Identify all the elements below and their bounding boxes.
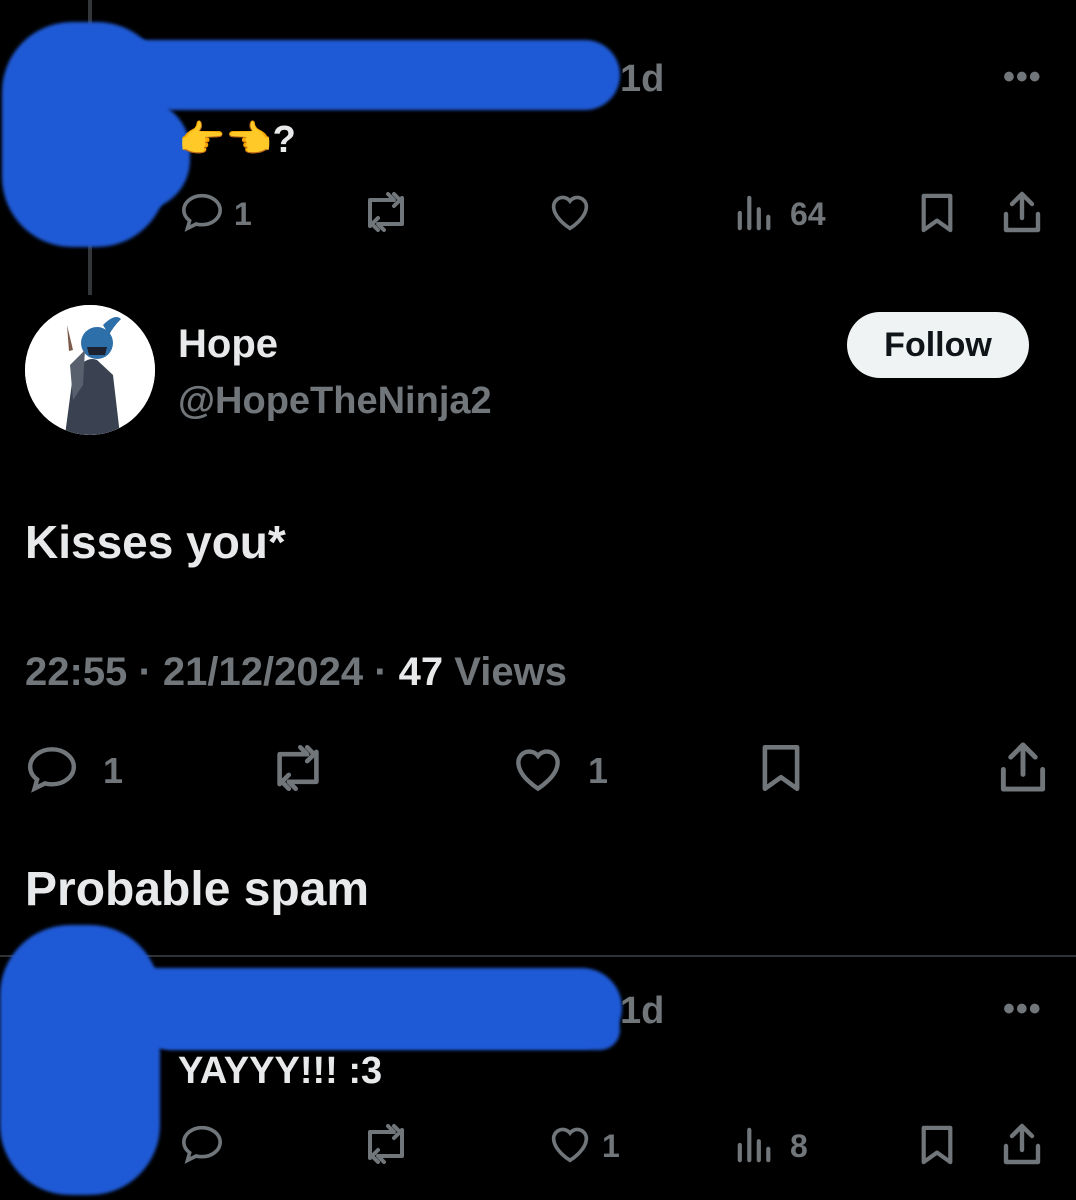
retweet-icon[interactable] <box>360 192 412 232</box>
author-handle[interactable]: @HopeTheNinja2 <box>178 380 492 423</box>
retweet-icon[interactable] <box>268 745 328 791</box>
redaction-name-bottom-2 <box>150 1010 620 1050</box>
like-icon[interactable] <box>548 1124 592 1164</box>
tweet-text-bottom: YAYYY!!! :3 <box>178 1050 383 1092</box>
views-count-top: 64 <box>790 196 826 232</box>
bookmark-icon[interactable] <box>918 1124 956 1166</box>
redaction-name-top-2 <box>20 100 190 210</box>
divider <box>0 955 1076 957</box>
reply-count-main: 1 <box>103 750 124 791</box>
follow-button[interactable]: Follow <box>847 312 1029 378</box>
share-icon[interactable] <box>1000 1122 1044 1166</box>
meta-separator: · <box>374 650 399 694</box>
tweet-text-top: 👉👈? <box>178 119 296 161</box>
redaction-avatar-bottom <box>0 925 160 1195</box>
views-count-main[interactable]: 47 <box>399 650 444 694</box>
meta-separator: · <box>138 650 163 694</box>
reply-count-top: 1 <box>234 196 252 232</box>
tweet-meta: 22:55 · 21/12/2024 · 47 Views <box>25 650 567 695</box>
tweet-time-bottom[interactable]: 1d <box>620 990 664 1033</box>
bookmark-icon[interactable] <box>758 742 804 794</box>
views-icon[interactable] <box>736 1126 774 1164</box>
bookmark-icon[interactable] <box>918 192 956 234</box>
avatar[interactable] <box>25 305 155 435</box>
retweet-icon[interactable] <box>360 1124 412 1164</box>
author-name[interactable]: Hope <box>178 322 278 367</box>
views-label[interactable]: Views <box>454 650 567 694</box>
share-icon[interactable] <box>996 740 1050 794</box>
section-title-probable-spam[interactable]: Probable spam <box>25 862 369 917</box>
more-icon[interactable]: ••• <box>1003 990 1042 1029</box>
views-icon[interactable] <box>736 194 774 232</box>
views-count-bottom: 8 <box>790 1128 808 1164</box>
reply-icon[interactable] <box>180 192 224 232</box>
like-count-bottom: 1 <box>602 1128 620 1164</box>
like-icon[interactable] <box>511 745 565 793</box>
more-icon[interactable]: ••• <box>1003 58 1042 97</box>
tweet-text-main: Kisses you* <box>25 516 286 568</box>
reply-icon[interactable] <box>180 1124 224 1164</box>
like-icon[interactable] <box>548 192 592 232</box>
tweet-time-top[interactable]: 1d <box>620 58 664 101</box>
like-count-main: 1 <box>588 750 609 791</box>
share-icon[interactable] <box>1000 190 1044 234</box>
reply-icon[interactable] <box>25 745 79 793</box>
tweet-date[interactable]: 21/12/2024 <box>163 650 363 694</box>
tweet-time[interactable]: 22:55 <box>25 650 127 694</box>
